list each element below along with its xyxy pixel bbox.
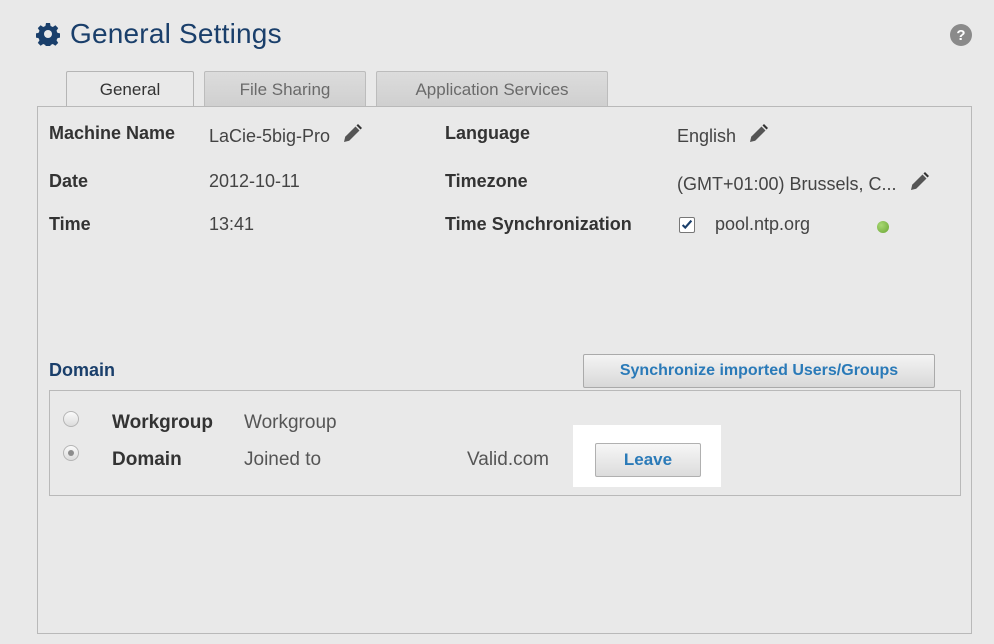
timezone-value: (GMT+01:00) Brussels, C... <box>677 174 897 194</box>
time-value: 13:41 <box>209 214 255 234</box>
pencil-icon[interactable] <box>747 123 769 145</box>
language-value: English <box>677 126 737 146</box>
date-value: 2012-10-11 <box>209 171 300 191</box>
language-value-group: English <box>677 123 769 147</box>
page-title-text: General Settings <box>70 18 282 49</box>
machine-name-value: LaCie-5big-Pro <box>209 126 331 146</box>
domain-section-title: Domain <box>49 360 116 380</box>
language-label: Language <box>445 123 531 143</box>
machine-name-value-group: LaCie-5big-Pro <box>209 123 363 147</box>
time-sync-label: Time Synchronization <box>445 214 632 234</box>
domain-box: Workgroup Workgroup Domain Joined to Val… <box>49 390 961 496</box>
general-panel: Machine Name LaCie-5big-Pro Date 2012-10… <box>37 106 972 634</box>
timezone-label: Timezone <box>445 171 528 191</box>
domain-name-value: Valid.com <box>467 449 550 470</box>
machine-name-label: Machine Name <box>49 123 176 143</box>
time-sync-checkbox[interactable] <box>679 217 695 233</box>
tab-bar: General File Sharing Application Service… <box>66 71 608 108</box>
workgroup-radio[interactable] <box>63 411 79 427</box>
question-icon[interactable]: ? <box>950 24 972 46</box>
date-label: Date <box>49 171 89 191</box>
tab-general[interactable]: General <box>66 71 194 108</box>
workgroup-value: Workgroup <box>244 412 337 433</box>
time-label: Time <box>49 214 91 234</box>
settings-page: General Settings ? General File Sharing … <box>0 0 994 644</box>
workgroup-label: Workgroup <box>112 412 213 433</box>
leave-button[interactable]: Leave <box>595 443 701 477</box>
gear-icon <box>36 23 60 46</box>
ntp-server-value: pool.ntp.org <box>715 214 811 234</box>
pencil-icon[interactable] <box>908 171 930 193</box>
sync-users-groups-button[interactable]: Synchronize imported Users/Groups <box>583 354 935 388</box>
domain-label: Domain <box>112 449 182 470</box>
domain-radio[interactable] <box>63 445 79 461</box>
domain-status-value: Joined to <box>244 449 322 470</box>
pencil-icon[interactable] <box>341 123 363 145</box>
timezone-value-group: (GMT+01:00) Brussels, C... <box>677 171 930 195</box>
tab-application-services[interactable]: Application Services <box>376 71 608 107</box>
tab-file-sharing[interactable]: File Sharing <box>204 71 366 107</box>
sync-status-icon <box>877 221 889 233</box>
page-title: General Settings <box>36 18 282 50</box>
